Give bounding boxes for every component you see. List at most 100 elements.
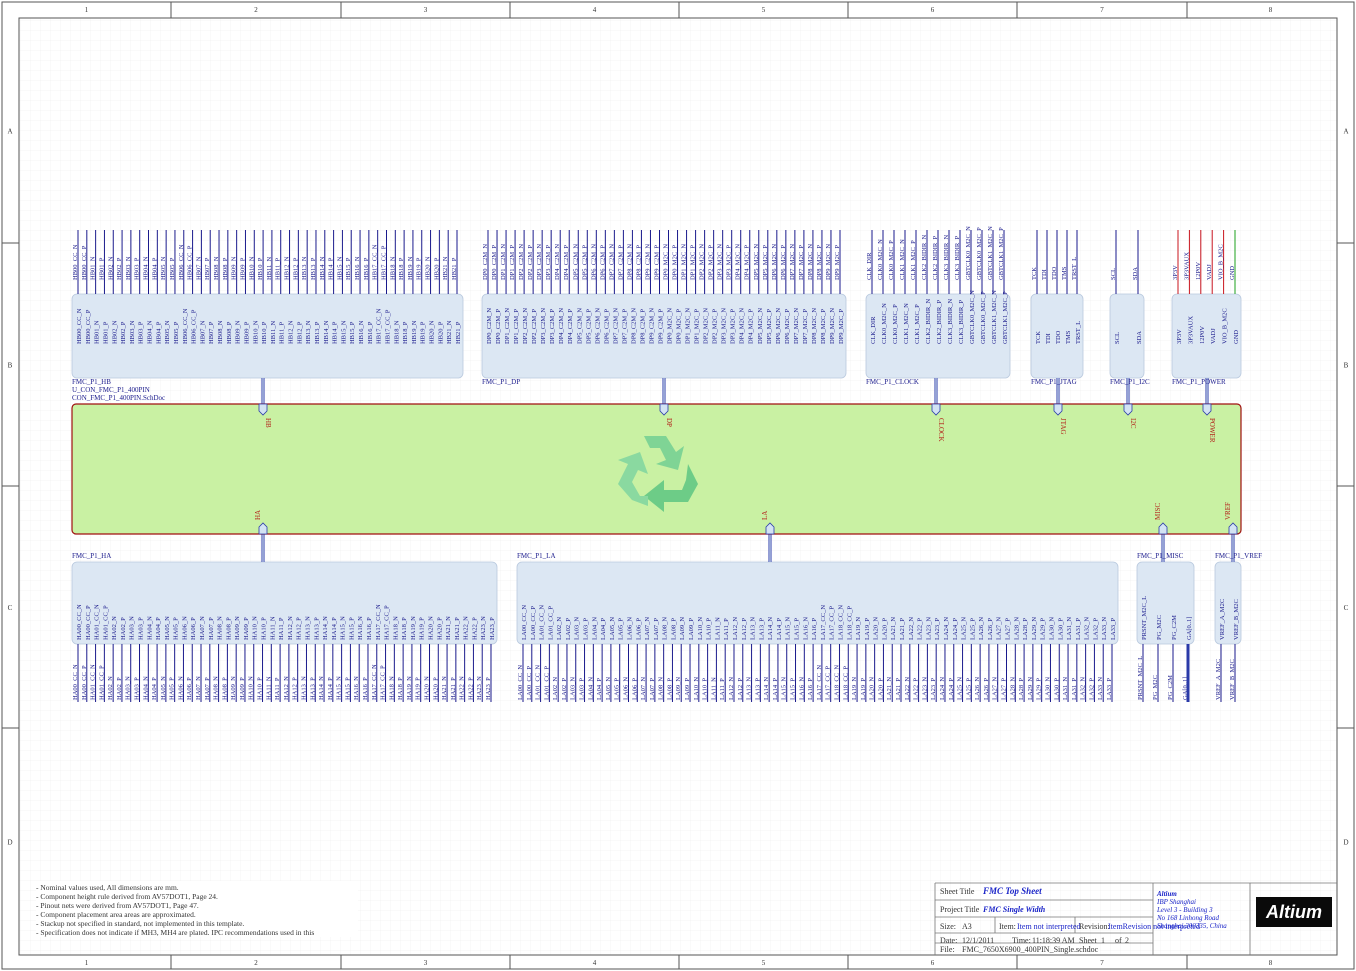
harness-entry-label: HA13_N xyxy=(304,616,311,640)
harness-entry-label: LA17_CC_P xyxy=(829,606,836,640)
harness-entry-label: DP0_C2M_P xyxy=(495,309,502,344)
zone-row-label: B xyxy=(8,362,13,370)
harness-entry-label: LA05_N xyxy=(609,617,616,640)
harness-entry-label: DP8_M2C_N xyxy=(811,308,818,344)
net-label: HB02_P xyxy=(116,257,123,280)
harness-entry-label: SCL xyxy=(1114,332,1121,344)
sheet-entry-label: HA xyxy=(254,510,262,520)
sheet-title: FMC Top Sheet xyxy=(983,886,1042,896)
harness-entry-label: CLK1_M2C_N xyxy=(903,303,910,344)
net-label: HA17_CC_P xyxy=(380,665,387,700)
harness-entry-label: DP3_M2C_P xyxy=(730,309,737,344)
net-label: HB00_CC_N xyxy=(72,244,79,280)
net-label: HB21_N xyxy=(442,256,449,280)
harness-entry-label: CLK0_M2C_P xyxy=(892,304,899,344)
net-label: HB20_P xyxy=(433,257,440,280)
harness-entry-label: HB13_P xyxy=(314,321,321,344)
net-label: DP3_M2C_P xyxy=(726,245,733,280)
net-label: HB12_P xyxy=(292,257,299,280)
net-label: HA07_N xyxy=(195,676,202,700)
harness-label: FMC_P1_HA xyxy=(72,552,111,560)
harness-entry-label: GND xyxy=(1233,330,1240,344)
harness-entry-label: LA16_P xyxy=(811,618,818,640)
harness-entry-label: DP7_M2C_N xyxy=(793,308,800,344)
net-label: HB09_P xyxy=(239,257,246,280)
net-label: HB08_N xyxy=(213,256,220,280)
net-label: LA10_N xyxy=(693,677,700,700)
net-label: DP7_C2M_P xyxy=(617,245,624,280)
harness-entry-label: LA31_P xyxy=(1075,618,1082,640)
harness-entry-label: LA06_N xyxy=(626,617,633,640)
net-label: DP2_M2C_P xyxy=(708,245,715,280)
harness-entry-label: HA02_N xyxy=(111,616,118,640)
net-label: LA19_P xyxy=(860,678,867,700)
net-label: 12P0V xyxy=(1195,262,1202,280)
harness-entry-label: CLK0_M2C_N xyxy=(881,303,888,344)
zone-column-label: 8 xyxy=(1269,959,1273,967)
harness-entry-label: LA27_N xyxy=(996,617,1003,640)
net-label: HA11_P xyxy=(274,677,281,700)
harness-entry-label: LA05_P xyxy=(618,618,625,640)
harness-entry-label: DP9_M2C_N xyxy=(829,308,836,344)
harness-entry-label: LA12_P xyxy=(741,618,748,640)
net-label: HB05_P xyxy=(169,257,176,280)
harness-entry-label: HA22_N xyxy=(463,616,470,640)
harness-entry-label: DP7_C2M_N xyxy=(612,308,619,344)
net-label: HA12_N xyxy=(283,676,290,700)
net-label: LA11_N xyxy=(710,677,717,700)
net-label: LA19_N xyxy=(851,677,858,700)
harness-entry-label: HB19_N xyxy=(411,320,418,344)
company-line: Shanghai 200335, China xyxy=(1157,922,1227,930)
harness-entry-label: LA30_P xyxy=(1057,618,1064,640)
net-label: HA09_N xyxy=(230,676,237,700)
harness-entry-label: HA18_P xyxy=(401,617,408,640)
net-label: HB04_N xyxy=(143,256,150,280)
harness-entry-label: VREF_A_M2C xyxy=(1219,599,1226,640)
harness-entry-label: HA14_P xyxy=(331,617,338,640)
harness-entry-label: LA11_N xyxy=(714,617,721,640)
net-label: LA13_P xyxy=(754,678,761,700)
harness-entry-label: PG_M2C xyxy=(1156,615,1163,640)
net-label: CLK1_M2C_P xyxy=(910,240,917,280)
net-label: DP3_C2M_P xyxy=(545,245,552,280)
harness-entry-label: LA19_N xyxy=(855,617,862,640)
harness-entry-label: HB07_P xyxy=(208,321,215,344)
harness-entry-label: LA22_N xyxy=(908,617,915,640)
harness-entry-label: DP5_C2M_N xyxy=(576,308,583,344)
sheet-symbol[interactable]: U_CON_FMC_P1_400PINCON_FMC_P1_400PIN.Sch… xyxy=(71,386,1242,535)
net-label: LA05_P xyxy=(614,678,621,700)
net-label: LA18_CC_P xyxy=(842,666,849,700)
net-label: DP9_M2C_N xyxy=(825,244,832,280)
harness-entry-label: DP1_M2C_P xyxy=(694,309,701,344)
harness-entry-label: DP4_C2M_P xyxy=(567,309,574,344)
harness-entry-label: LA00_CC_P xyxy=(530,606,537,640)
net-label: HB11_N xyxy=(266,256,273,280)
net-label: DP6_C2M_N xyxy=(590,244,597,280)
zone-row-label: B xyxy=(1344,362,1349,370)
net-label: LA16_N xyxy=(798,677,805,700)
net-label: PRSNT_M2C_L xyxy=(1137,656,1144,700)
net-label: HA06_N xyxy=(177,676,184,700)
net-label: HA10_P xyxy=(257,677,264,700)
net-label: DP4_C2M_N xyxy=(554,244,561,280)
harness-entry-label: DP1_C2M_P xyxy=(513,309,520,344)
net-label: LA04_N xyxy=(587,677,594,700)
harness-entry-label: DP4_C2M_N xyxy=(558,308,565,344)
harness-entry-label: GBTCLK1_M2C_P xyxy=(1002,291,1009,344)
net-label: LA01_CC_P xyxy=(543,666,550,700)
altium-logo: Altium xyxy=(1256,897,1332,927)
net-label: LA20_P xyxy=(877,678,884,700)
harness-entry-label: HA22_P xyxy=(471,617,478,640)
sheet-filename: CON_FMC_P1_400PIN.SchDoc xyxy=(72,394,165,402)
net-label: HB06_CC_P xyxy=(187,245,194,280)
net-label: LA23_N xyxy=(921,677,928,700)
net-label: LA18_CC_N xyxy=(833,665,840,700)
harness-entry-label: LA22_P xyxy=(917,618,924,640)
harness-entry-label: VIO_B_M2C xyxy=(1222,308,1229,344)
net-label: HA20_P xyxy=(432,677,439,700)
harness-label: FMC_P1_CLOCK xyxy=(866,378,919,386)
net-label: CLK2_BIDIR_P xyxy=(932,236,939,280)
net-label: HB18_N xyxy=(389,256,396,280)
net-label: HB19_P xyxy=(416,257,423,280)
zone-row-label: C xyxy=(8,604,13,612)
